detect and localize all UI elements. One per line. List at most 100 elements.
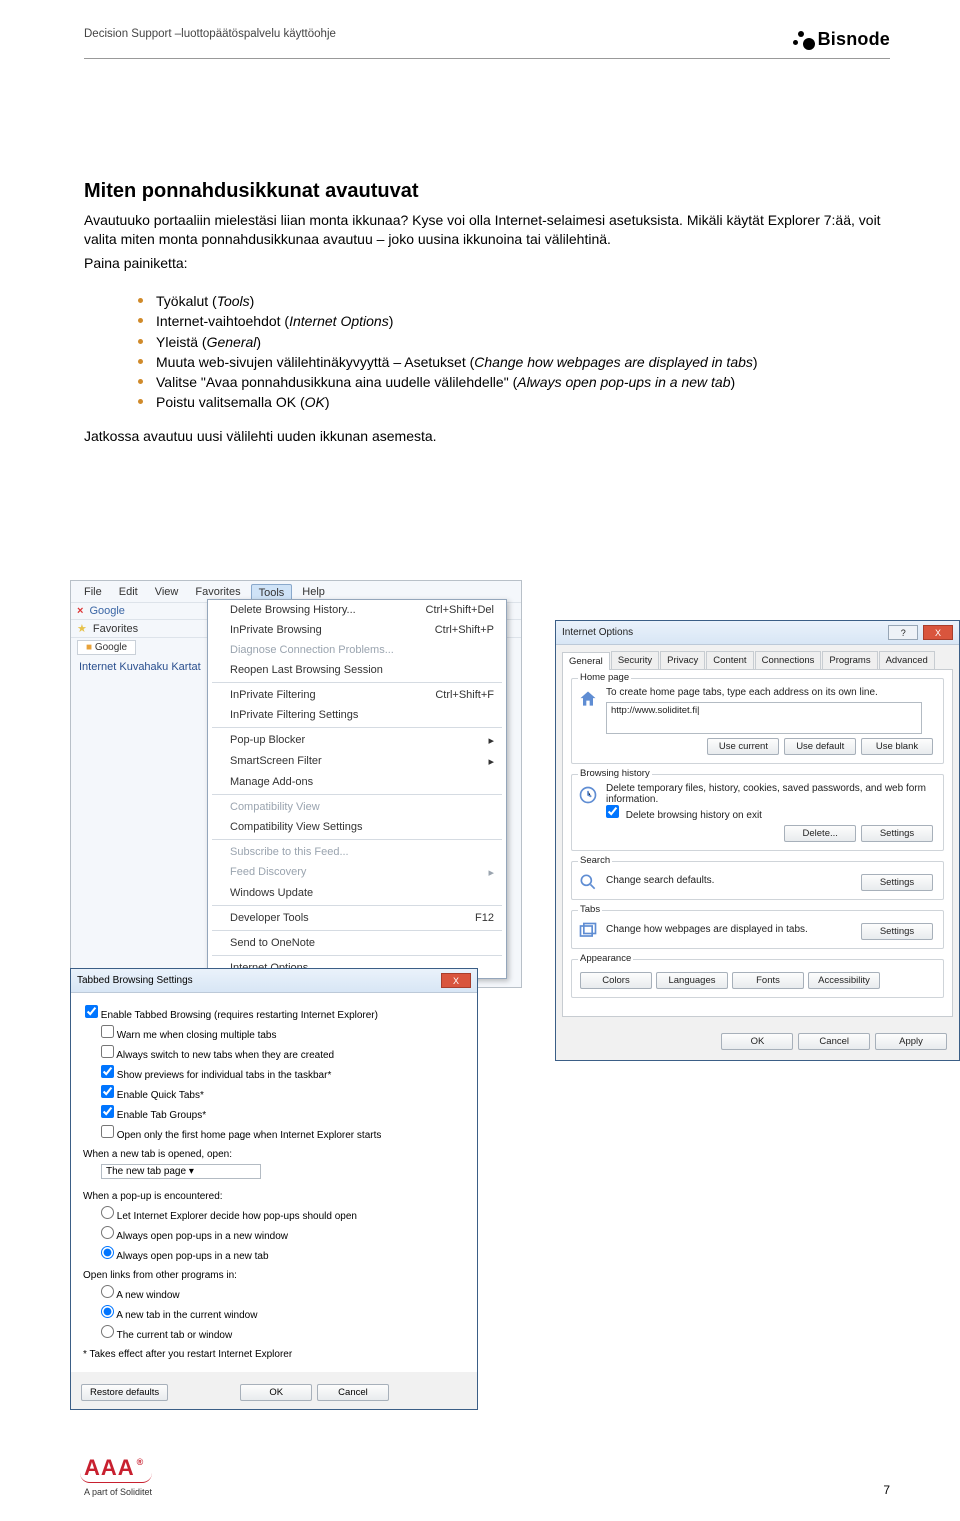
radio-option[interactable]: Always open pop-ups in a new tab	[83, 1244, 465, 1264]
radio-option[interactable]: A new tab in the current window	[83, 1303, 465, 1323]
menu-item[interactable]: InPrivate BrowsingCtrl+Shift+P	[208, 620, 506, 640]
menu-item[interactable]: InPrivate Filtering Settings	[208, 705, 506, 725]
tab-security[interactable]: Security	[611, 651, 659, 669]
radio-option[interactable]: A new window	[83, 1283, 465, 1303]
newtab-select[interactable]: The new tab page ▾	[101, 1164, 261, 1179]
settings-button[interactable]: Settings	[861, 923, 933, 940]
history-desc: Delete temporary files, history, cookies…	[606, 783, 935, 805]
dialog-title-bar: Internet Options ? X	[556, 621, 959, 645]
settings-button[interactable]: Settings	[861, 825, 933, 842]
menu-edit[interactable]: Edit	[112, 584, 145, 602]
tab-privacy[interactable]: Privacy	[660, 651, 705, 669]
ok-button[interactable]: OK	[721, 1033, 793, 1050]
list-item: Yleistä (General)	[138, 332, 890, 352]
io-tabstrip: General Security Privacy Content Connect…	[556, 645, 959, 669]
instruction-list: Työkalut (Tools) Internet-vaihtoehdot (I…	[138, 291, 890, 413]
accessibility-button[interactable]: Accessibility	[808, 972, 880, 989]
help-icon[interactable]: ?	[888, 625, 918, 640]
tab-content[interactable]: Content	[706, 651, 753, 669]
group-legend: Tabs	[578, 904, 602, 915]
use-current-button[interactable]: Use current	[707, 738, 779, 755]
check-option[interactable]: Open only the first home page when Inter…	[83, 1123, 465, 1143]
ie-tools-menu-screenshot: File Edit View Favorites Tools Help × Go…	[70, 580, 522, 988]
list-item: Poistu valitsemalla OK (OK)	[138, 392, 890, 412]
bisnode-logo: Bisnode	[793, 28, 890, 50]
check-option[interactable]: Enable Quick Tabs*	[83, 1083, 465, 1103]
radio-option[interactable]: Let Internet Explorer decide how pop-ups…	[83, 1204, 465, 1224]
use-blank-button[interactable]: Use blank	[861, 738, 933, 755]
menu-item[interactable]: Compatibility View Settings	[208, 817, 506, 837]
check-option[interactable]: Show previews for individual tabs in the…	[83, 1063, 465, 1083]
languages-button[interactable]: Languages	[656, 972, 728, 989]
menu-item: Diagnose Connection Problems...	[208, 640, 506, 660]
browsing-history-group: Browsing history Delete temporary files,…	[571, 774, 944, 851]
search-desc: Change search defaults.	[606, 875, 714, 886]
bisnode-wordmark: Bisnode	[818, 29, 890, 50]
close-icon[interactable]: ×	[77, 605, 83, 617]
menu-item[interactable]: Windows Update	[208, 883, 506, 903]
other-programs-label: Open links from other programs in:	[83, 1270, 465, 1281]
menu-view[interactable]: View	[148, 584, 186, 602]
dialog-footer: OK Cancel Apply	[556, 1023, 959, 1060]
star-icon[interactable]: ★	[77, 622, 87, 635]
check-option[interactable]: Always switch to new tabs when they are …	[83, 1043, 465, 1063]
menu-item[interactable]: Manage Add-ons	[208, 772, 506, 792]
menu-item[interactable]: Developer ToolsF12	[208, 908, 506, 928]
restart-note: * Takes effect after you restart Interne…	[83, 1349, 465, 1360]
dialog-title: Tabbed Browsing Settings	[77, 975, 193, 986]
tools-dropdown: Delete Browsing History...Ctrl+Shift+Del…	[207, 599, 507, 979]
tab-connections[interactable]: Connections	[755, 651, 822, 669]
list-item: Työkalut (Tools)	[138, 291, 890, 311]
dialog-footer: Restore defaults OK Cancel	[71, 1372, 477, 1409]
dialog-title: Internet Options	[562, 627, 633, 638]
tabs-icon	[578, 921, 598, 941]
main-content: Miten ponnahdusikkunat avautuvat Avautuu…	[84, 180, 890, 450]
apply-button[interactable]: Apply	[875, 1033, 947, 1050]
browser-tab[interactable]: ■ Google	[77, 640, 136, 655]
fonts-button[interactable]: Fonts	[732, 972, 804, 989]
close-icon[interactable]: X	[441, 973, 471, 988]
search-group: Search Change search defaults. Settings	[571, 861, 944, 900]
menu-item[interactable]: Delete Browsing History...Ctrl+Shift+Del	[208, 600, 506, 620]
search-icon	[578, 872, 598, 892]
tabbed-browsing-dialog: Tabbed Browsing Settings X Enable Tabbed…	[70, 968, 478, 1410]
menu-item: Subscribe to this Feed...	[208, 842, 506, 862]
paragraph-2: Paina painiketta:	[84, 254, 890, 273]
check-option[interactable]: Enable Tab Groups*	[83, 1103, 465, 1123]
check-option[interactable]: Warn me when closing multiple tabs	[83, 1023, 465, 1043]
menu-item[interactable]: Send to OneNote	[208, 933, 506, 953]
restore-defaults-button[interactable]: Restore defaults	[81, 1384, 168, 1401]
delete-button[interactable]: Delete...	[784, 825, 856, 842]
popup-label: When a pop-up is encountered:	[83, 1191, 465, 1202]
menu-item: Feed Discovery▸	[208, 862, 506, 883]
tab-programs[interactable]: Programs	[822, 651, 877, 669]
aaa-tagline: A part of Soliditet	[84, 1487, 152, 1497]
colors-button[interactable]: Colors	[580, 972, 652, 989]
favorites-label[interactable]: Favorites	[93, 623, 138, 635]
menu-item[interactable]: SmartScreen Filter▸	[208, 751, 506, 772]
tab-general[interactable]: General	[562, 652, 610, 670]
delete-on-exit-check[interactable]: Delete browsing history on exit	[606, 810, 762, 821]
dialog-title-bar: Tabbed Browsing Settings X	[71, 969, 477, 993]
cancel-button[interactable]: Cancel	[798, 1033, 870, 1050]
ok-button[interactable]: OK	[240, 1384, 312, 1401]
paragraph-1: Avautuuko portaaliin mielestäsi liian mo…	[84, 211, 890, 250]
enable-tabbed-check[interactable]: Enable Tabbed Browsing (requires restart…	[83, 1003, 465, 1023]
tab-advanced[interactable]: Advanced	[879, 651, 935, 669]
cancel-button[interactable]: Cancel	[317, 1384, 389, 1401]
settings-button[interactable]: Settings	[861, 874, 933, 891]
radio-option[interactable]: The current tab or window	[83, 1323, 465, 1343]
list-item: Muuta web-sivujen välilehtinäkyvyyttä – …	[138, 352, 890, 372]
radio-option[interactable]: Always open pop-ups in a new window	[83, 1224, 465, 1244]
appearance-group: Appearance Colors Languages Fonts Access…	[571, 959, 944, 998]
menu-item[interactable]: Pop-up Blocker▸	[208, 730, 506, 751]
use-default-button[interactable]: Use default	[784, 738, 856, 755]
close-icon[interactable]: X	[923, 625, 953, 640]
doc-title: Decision Support –luottopäätöspalvelu kä…	[84, 28, 336, 40]
home-url-input[interactable]: http://www.soliditet.fi|	[606, 702, 922, 734]
tabs-desc: Change how webpages are displayed in tab…	[606, 924, 808, 935]
menu-file[interactable]: File	[77, 584, 109, 602]
menu-item[interactable]: InPrivate FilteringCtrl+Shift+F	[208, 685, 506, 705]
menu-item[interactable]: Reopen Last Browsing Session	[208, 660, 506, 680]
aaa-logo: AAA® A part of Soliditet	[84, 1455, 152, 1497]
